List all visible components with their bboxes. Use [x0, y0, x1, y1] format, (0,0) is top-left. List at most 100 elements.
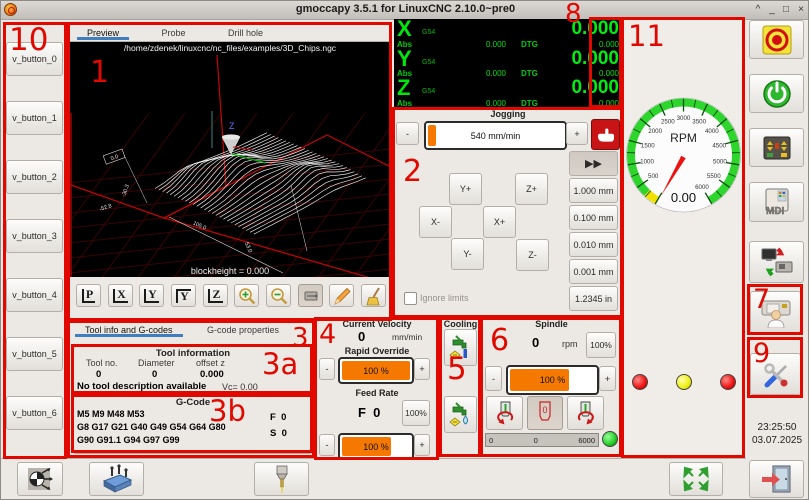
jog-x-plus-button[interactable]: X+ [483, 206, 516, 238]
rapid-minus-button[interactable]: - [319, 358, 335, 380]
current-velocity-title: Current Velocity [316, 319, 438, 329]
toggle-dimensions-button[interactable] [298, 284, 323, 307]
spindle-reset-button[interactable]: 100% [586, 332, 616, 358]
tab-gcode-properties[interactable]: G-code properties [197, 322, 289, 337]
mist-coolant-button[interactable] [444, 329, 477, 366]
spindle-plus-button[interactable]: + [599, 366, 616, 391]
abs-value-x: 0.000 [454, 40, 506, 49]
jog-increment-inch[interactable]: 1.2345 in [569, 286, 618, 311]
gauge-tick-label: 4500 [712, 142, 726, 149]
jog-y-minus-button[interactable]: Y- [451, 238, 484, 270]
dimensions-icon [301, 286, 321, 306]
mode-switch-button[interactable] [749, 241, 804, 283]
feed-reset-button[interactable]: 100% [402, 400, 430, 426]
spindle-minus-button[interactable]: - [485, 366, 502, 391]
tab-probe[interactable]: Probe [151, 25, 195, 40]
view-y-button[interactable]: Y [139, 284, 164, 307]
gcode-line-3: G90 G91.1 G94 G97 G99 [77, 435, 180, 445]
block-height-button[interactable] [89, 462, 144, 496]
gremlin-3d-view[interactable]: Z0.0-30.3-52.8105.053.0 blockheight = 0.… [69, 55, 391, 277]
sidebar-v-button-4[interactable]: v_button_4 [6, 278, 63, 312]
sidebar-v-button-3[interactable]: v_button_3 [6, 219, 63, 253]
mdi-button[interactable]: MDI [749, 182, 804, 222]
dro-row-y[interactable]: Y G54 0.000 Abs 0.000 DTG 0.000 [394, 49, 621, 79]
tool-description: No tool description available [77, 381, 206, 392]
sidebar-v-button-6[interactable]: v_button_6 [6, 396, 63, 430]
jog-increment-1mm[interactable]: 1.000 mm [569, 178, 618, 203]
jog-x-minus-button[interactable]: X- [419, 206, 452, 238]
gauge-tick-label: 6000 [695, 184, 709, 191]
view-x-icon: X [113, 289, 128, 303]
gauge-rpm-label: RPM [670, 131, 697, 145]
spindle-stop-button[interactable]: 0 [527, 396, 563, 430]
homing-button[interactable] [749, 128, 804, 167]
ignore-limits-checkbox[interactable] [404, 292, 417, 305]
feed-minus-button[interactable]: - [319, 434, 335, 456]
tools-icon [759, 358, 793, 390]
fullscreen-button[interactable] [669, 462, 723, 496]
view-y2-icon: Y [176, 289, 191, 303]
rpm-gauge: 5001000150020002500300035004000450050005… [623, 95, 744, 215]
view-p-button[interactable]: P [76, 284, 101, 307]
jog-y-plus-button[interactable]: Y+ [449, 173, 482, 205]
flood-coolant-button[interactable] [444, 396, 477, 433]
feed-plus-button[interactable]: + [414, 434, 430, 456]
jog-increment-continuous[interactable]: ▶▶ [569, 151, 618, 176]
dro-row-z[interactable]: Z G54 0.000 Abs 0.000 DTG 0.000 [394, 78, 621, 108]
estop-icon [761, 24, 793, 56]
turtle-jog-button[interactable] [591, 119, 620, 150]
tab-drill-hole[interactable]: Drill hole [218, 25, 273, 40]
tab-tool-info[interactable]: Tool info and G-codes [75, 322, 183, 337]
status-led-left [632, 374, 648, 390]
rapid-override-value: 100 % [340, 359, 412, 382]
view-x-button[interactable]: X [108, 284, 133, 307]
view-y2-button[interactable]: Y [171, 284, 196, 307]
sidebar-v-button-5[interactable]: v_button_5 [6, 337, 63, 371]
jog-speed-slider[interactable]: 540 mm/min [424, 121, 567, 150]
user-mode-button[interactable] [750, 291, 801, 333]
gauge-tick-label: 1000 [640, 158, 654, 165]
estop-button[interactable] [749, 20, 804, 59]
clear-plot-button[interactable] [361, 284, 386, 307]
gcode-line-2: G8 G17 G21 G40 G49 G54 G64 G80 [77, 422, 226, 432]
touch-off-button[interactable] [17, 462, 63, 496]
view-z-button[interactable]: Z [203, 284, 228, 307]
sidebar-v-button-0[interactable]: v_button_0 [6, 42, 63, 76]
close-button[interactable]: × [794, 4, 808, 15]
spindle-ccw-button[interactable] [486, 396, 523, 430]
zoom-out-button[interactable] [266, 284, 291, 307]
view-y-icon: Y [144, 289, 159, 303]
zoom-in-button[interactable] [234, 284, 259, 307]
spindle-cw-button[interactable] [567, 396, 604, 430]
desktop-machine-icon [760, 246, 794, 278]
jog-speed-minus-button[interactable]: - [396, 122, 419, 145]
ignore-limits-label: Ignore limits [420, 293, 469, 303]
settings-button[interactable] [750, 353, 801, 395]
tab-preview[interactable]: Preview [77, 25, 129, 40]
edit-gcode-button[interactable] [329, 284, 354, 307]
dro-row-x[interactable]: X G54 0.000 Abs 0.000 DTG 0.000 [394, 19, 621, 49]
jog-speed-plus-button[interactable]: + [566, 122, 588, 145]
sidebar-v-button-1[interactable]: v_button_1 [6, 101, 63, 135]
gcode-title: G-Code [74, 397, 312, 408]
cooling-panel: Cooling [441, 318, 480, 456]
machine-on-button[interactable] [749, 74, 804, 113]
jog-increment-01mm[interactable]: 0.100 mm [569, 205, 618, 230]
sidebar-v-button-2[interactable]: v_button_2 [6, 160, 63, 194]
spindle-title: Spindle [482, 319, 621, 329]
rapid-plus-button[interactable]: + [414, 358, 430, 380]
tool-measure-button[interactable] [254, 462, 309, 496]
shade-button[interactable]: ^ [751, 4, 765, 15]
spindle-at-speed-led [602, 431, 618, 447]
exit-button[interactable] [749, 460, 804, 498]
spindle-override-slider[interactable]: 100 % [506, 365, 599, 395]
rapid-override-slider[interactable]: 100 % [338, 357, 414, 384]
jog-increment-0001mm[interactable]: 0.001 mm [569, 259, 618, 284]
minimize-button[interactable]: _ [765, 4, 779, 15]
power-icon [761, 78, 793, 110]
jog-z-plus-button[interactable]: Z+ [515, 173, 548, 205]
jog-increment-001mm[interactable]: 0.010 mm [569, 232, 618, 257]
jog-z-minus-button[interactable]: Z- [516, 239, 549, 271]
maximize-button[interactable]: □ [779, 4, 793, 15]
feed-rate-slider[interactable]: 100 % [338, 433, 414, 460]
